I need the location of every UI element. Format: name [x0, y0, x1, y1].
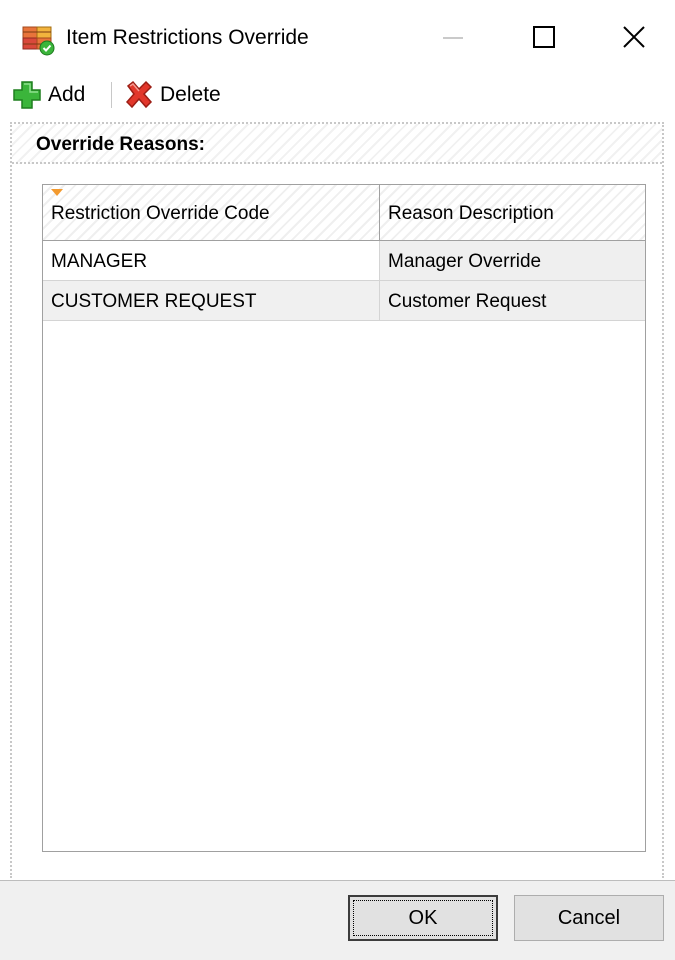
column-header-label: Restriction Override Code [51, 203, 270, 224]
cell-restriction-override-code[interactable]: MANAGER [43, 241, 380, 281]
toolbar: Add Delete [0, 74, 675, 116]
column-header-restriction-override-code[interactable]: Restriction Override Code [43, 185, 380, 241]
grid-header: Restriction Override Code Reason Descrip… [43, 185, 645, 241]
red-x-icon [125, 80, 153, 109]
table-row[interactable]: MANAGER Manager Override [43, 241, 645, 281]
override-reasons-grid[interactable]: Restriction Override Code Reason Descrip… [42, 184, 646, 852]
focus-ring [353, 900, 493, 936]
toolbar-separator [111, 82, 112, 108]
restriction-boxes-icon [22, 24, 56, 56]
maximize-icon [533, 26, 555, 48]
cell-reason-description[interactable]: Customer Request [380, 281, 645, 321]
delete-button[interactable]: Delete [124, 78, 221, 112]
table-row[interactable]: CUSTOMER REQUEST Customer Request [43, 281, 645, 321]
dialog-window: Item Restrictions Override Add Delete Ov… [0, 0, 675, 960]
add-button-label: Add [48, 83, 86, 106]
minimize-icon [443, 37, 463, 39]
green-plus-icon [13, 81, 41, 109]
cancel-button-label: Cancel [557, 906, 621, 929]
delete-button-label: Delete [160, 83, 221, 106]
ok-button[interactable]: OK [348, 895, 498, 941]
minimize-button[interactable] [424, 14, 482, 62]
column-header-label: Reason Description [388, 203, 554, 224]
sort-descending-icon [51, 189, 63, 196]
dialog-footer: OK Cancel [0, 880, 675, 960]
cell-reason-description[interactable]: Manager Override [380, 241, 645, 281]
add-button[interactable]: Add [12, 78, 85, 112]
column-header-reason-description[interactable]: Reason Description [380, 185, 645, 241]
close-icon [623, 26, 645, 48]
window-title: Item Restrictions Override [66, 26, 309, 49]
title-bar[interactable]: Item Restrictions Override [0, 0, 675, 74]
maximize-button[interactable] [514, 14, 572, 62]
close-button[interactable] [604, 14, 662, 62]
group-title: Override Reasons: [36, 134, 205, 155]
cancel-button[interactable]: Cancel [514, 895, 664, 941]
cell-restriction-override-code[interactable]: CUSTOMER REQUEST [43, 281, 380, 321]
group-header: Override Reasons: [12, 124, 662, 164]
